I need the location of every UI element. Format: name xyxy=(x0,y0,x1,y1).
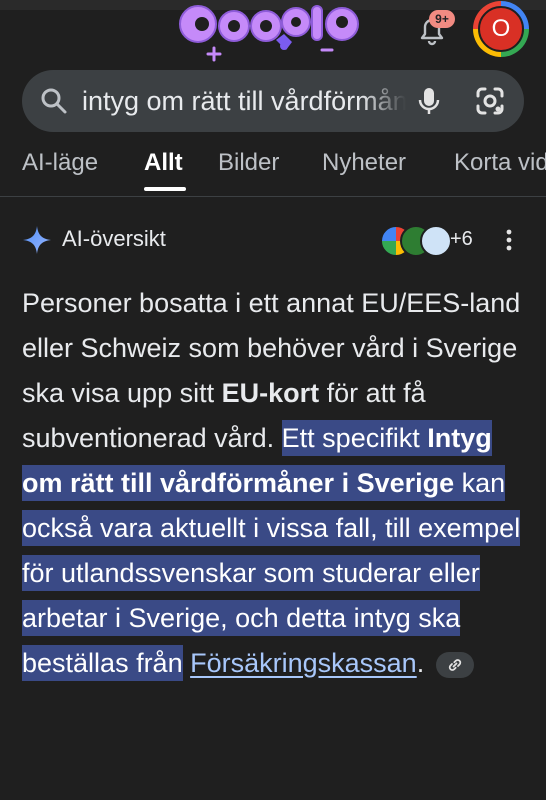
tab-ai-mode[interactable]: AI-läge xyxy=(22,149,98,177)
more-sources-count[interactable]: +6 xyxy=(450,228,473,251)
search-tabs: AI-läge Allt Bilder Nyheter Korta videor xyxy=(0,140,546,192)
active-tab-indicator xyxy=(144,187,186,191)
answer-text: . xyxy=(416,648,425,678)
search-input[interactable]: intyg om rätt till vårdförmåner i Sverig… xyxy=(82,86,406,117)
microphone-icon[interactable] xyxy=(414,85,444,117)
avatar-initial: O xyxy=(478,6,524,52)
account-avatar-button[interactable]: O xyxy=(473,1,529,57)
tab-images[interactable]: Bilder xyxy=(218,149,279,177)
ai-sparkle-icon xyxy=(23,226,51,254)
divider xyxy=(0,196,546,197)
ai-overview-title: AI-översikt xyxy=(62,226,166,251)
answer-link-forsakringskassan[interactable]: Försäkringskassan xyxy=(190,648,417,678)
google-doodle-logo[interactable] xyxy=(172,0,372,66)
citation-link-chip[interactable] xyxy=(436,651,475,678)
notification-count-badge: 9+ xyxy=(429,10,455,28)
answer-highlight: Ett specifikt Intyg om rätt till vårdför… xyxy=(22,420,521,681)
answer-bold-eu-card: EU-kort xyxy=(221,378,320,408)
tab-short-videos[interactable]: Korta videor xyxy=(454,149,546,177)
tab-news[interactable]: Nyheter xyxy=(322,149,406,177)
search-bar[interactable]: intyg om rätt till vårdförmåner i Sverig… xyxy=(22,70,524,132)
ai-overview-header: AI-översikt +6 xyxy=(22,222,526,258)
google-lens-icon[interactable] xyxy=(474,85,506,117)
search-icon xyxy=(41,88,67,114)
more-options-icon[interactable] xyxy=(502,226,516,254)
link-icon xyxy=(449,659,462,671)
tab-all[interactable]: Allt xyxy=(144,149,183,177)
source-favicon-3[interactable] xyxy=(420,225,452,257)
ai-overview-answer: Personer bosatta i ett annat EU/EES-land… xyxy=(22,281,532,686)
